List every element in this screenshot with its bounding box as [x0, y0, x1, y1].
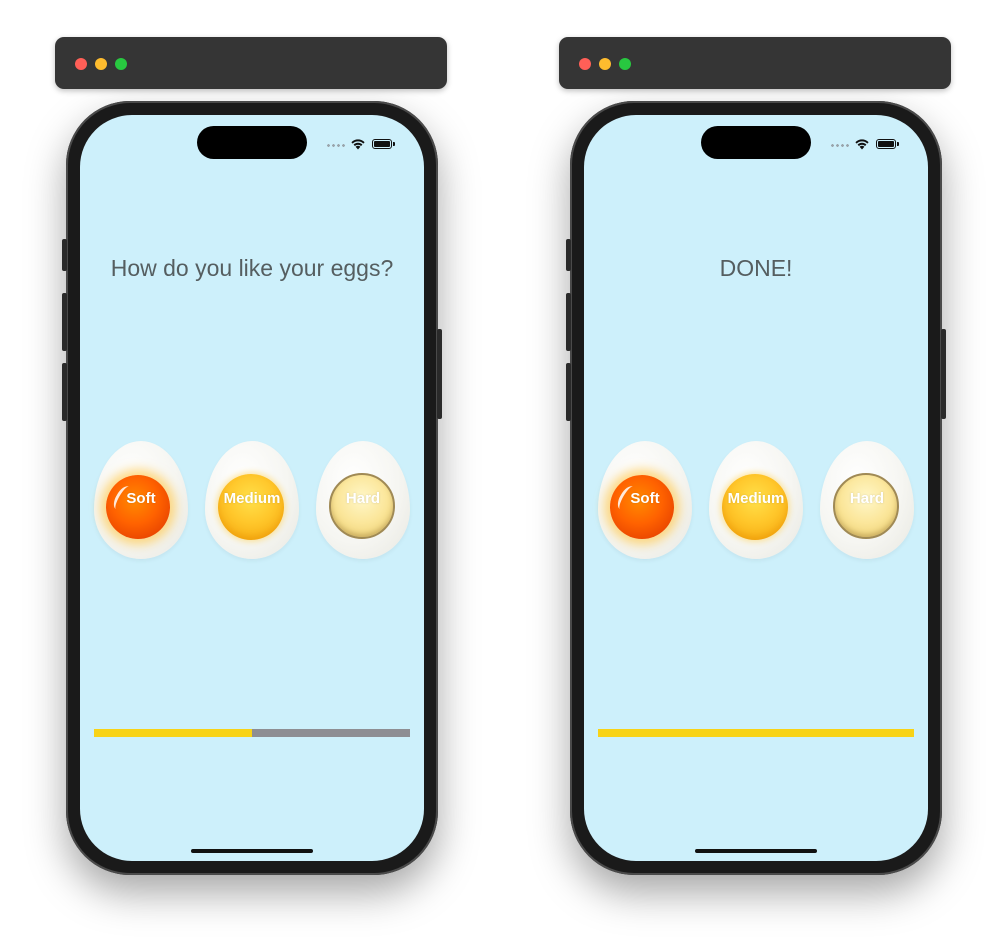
zoom-window-button[interactable] [619, 58, 631, 70]
soft-egg-button[interactable]: Soft [94, 441, 188, 559]
progress-bar [598, 729, 914, 737]
phone-screen: DONE! Soft Medium Hard [584, 115, 928, 861]
soft-egg-button[interactable]: Soft [598, 441, 692, 559]
close-window-button[interactable] [579, 58, 591, 70]
close-window-button[interactable] [75, 58, 87, 70]
simulator-window-right: DONE! Soft Medium Hard [559, 37, 953, 887]
hard-egg-button[interactable]: Hard [820, 441, 914, 559]
volume-up-button [62, 293, 67, 351]
home-indicator[interactable] [191, 849, 313, 853]
soft-yolk-image [610, 475, 674, 539]
phone-screen: How do you like your eggs? Soft Medium H… [80, 115, 424, 861]
progress-bar [94, 729, 410, 737]
wifi-icon [351, 139, 365, 150]
minimize-window-button[interactable] [95, 58, 107, 70]
soft-egg-label: Soft [630, 490, 660, 507]
medium-egg-button[interactable]: Medium [709, 441, 803, 559]
medium-yolk-image [722, 474, 788, 540]
status-bar [830, 137, 902, 151]
status-bar [326, 137, 398, 151]
volume-up-button [566, 293, 571, 351]
power-button [437, 329, 442, 419]
progress-bar-fill [94, 729, 252, 737]
simulator-titlebar[interactable] [559, 37, 951, 89]
battery-icon [372, 139, 395, 149]
volume-down-button [62, 363, 67, 421]
zoom-window-button[interactable] [115, 58, 127, 70]
title-label: How do you like your eggs? [110, 255, 394, 281]
iphone-frame: How do you like your eggs? Soft Medium H… [62, 101, 442, 875]
battery-icon [876, 139, 899, 149]
hard-egg-label: Hard [849, 490, 885, 507]
cellular-signal-icon [326, 144, 346, 147]
wifi-icon [855, 139, 869, 150]
medium-egg-label: Medium [223, 490, 281, 507]
medium-egg-button[interactable]: Medium [205, 441, 299, 559]
dynamic-island [197, 126, 307, 159]
iphone-frame: DONE! Soft Medium Hard [566, 101, 946, 875]
action-button [566, 239, 571, 271]
home-indicator[interactable] [695, 849, 817, 853]
minimize-window-button[interactable] [599, 58, 611, 70]
simulator-window-left: How do you like your eggs? Soft Medium H… [55, 37, 449, 887]
medium-yolk-image [218, 474, 284, 540]
medium-egg-label: Medium [727, 490, 785, 507]
soft-egg-label: Soft [126, 490, 156, 507]
simulator-titlebar[interactable] [55, 37, 447, 89]
progress-bar-fill [598, 729, 914, 737]
hard-egg-button[interactable]: Hard [316, 441, 410, 559]
title-label: DONE! [719, 255, 793, 281]
soft-yolk-image [106, 475, 170, 539]
action-button [62, 239, 67, 271]
dynamic-island [701, 126, 811, 159]
power-button [941, 329, 946, 419]
hard-egg-label: Hard [345, 490, 381, 507]
volume-down-button [566, 363, 571, 421]
cellular-signal-icon [830, 144, 850, 147]
